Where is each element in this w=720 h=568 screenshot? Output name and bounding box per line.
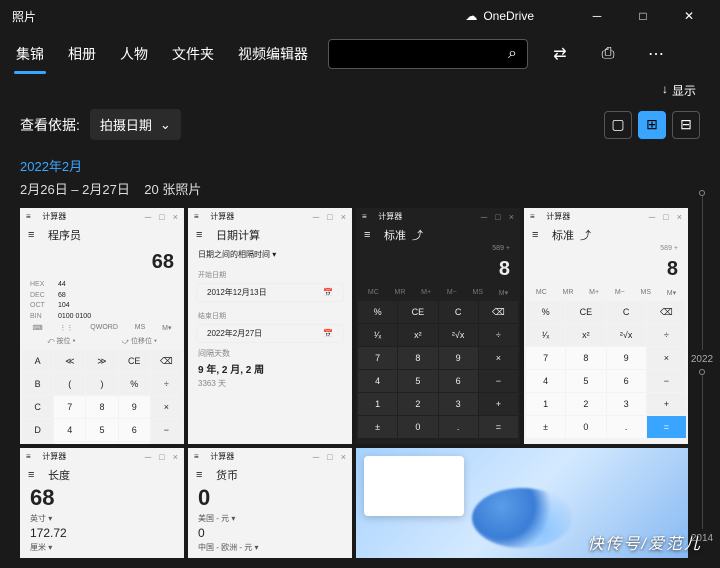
keypad: A≪≫CE⌫ B()%÷ C789× D456− E123+ F±0.= <box>20 348 184 444</box>
calc-mode-label: 程序员 <box>48 227 81 243</box>
view-single-button[interactable]: ▢ <box>604 111 632 139</box>
tab-albums[interactable]: 相册 <box>64 36 100 72</box>
calc-mode-label: 标准 <box>384 227 406 243</box>
cloud-icon: ☁ <box>465 9 477 23</box>
display-toggle[interactable]: ↓ 显示 <box>0 76 720 105</box>
filter-row: 查看依据: 拍摄日期 ⌄ ▢ ⊞ ⊟ <box>0 105 720 150</box>
photo-thumb-3[interactable]: 计算器 ─□× 标准 ⤴ 589 + 8 MCMRM+M−MSM▾ %CEC⌫ … <box>356 208 520 444</box>
app-title: 照片 <box>12 8 36 25</box>
tab-people[interactable]: 人物 <box>116 36 152 72</box>
tab-collection[interactable]: 集锦 <box>12 36 48 72</box>
window-maximize-button[interactable]: □ <box>620 0 666 32</box>
timeline-year: 2022 <box>691 354 713 365</box>
photo-grid: 计算器 ─□× 程序员 68 HEX44 DEC68 OCT104 BIN010… <box>0 208 720 444</box>
arrow-down-icon: ↓ <box>662 82 668 99</box>
window-minimize-button[interactable]: ─ <box>574 0 620 32</box>
select-icon[interactable]: ⇄ <box>544 44 576 64</box>
filter-dropdown[interactable]: 拍摄日期 ⌄ <box>90 109 181 140</box>
calc-mode-label: 标准 <box>552 227 574 243</box>
calendar-icon: 📅 <box>323 288 333 297</box>
window-titlebar: 照片 ☁ OneDrive ─ □ ✕ <box>0 0 720 32</box>
search-icon: ⌕ <box>508 45 517 63</box>
calc-mode-label: 长度 <box>48 467 70 483</box>
tab-bar: 集锦 相册 人物 文件夹 视频编辑器 ⌕ ⇄ ⎙ ⋯ <box>0 32 720 76</box>
photo-thumb-2[interactable]: 计算器 ─□× 日期计算 日期之间的相隔时间 ▾ 开始日期 2012年12月13… <box>188 208 352 444</box>
filter-label: 查看依据: <box>20 115 80 135</box>
onedrive-label: OneDrive <box>483 9 534 23</box>
calc-mode-label: 日期计算 <box>216 227 260 243</box>
chevron-down-icon: ⌄ <box>160 117 171 133</box>
menu-icon <box>26 212 40 221</box>
tab-video-editor[interactable]: 视频编辑器 <box>234 36 312 72</box>
month-header[interactable]: 2022年2月 <box>0 150 720 177</box>
filter-value: 拍摄日期 <box>100 115 152 134</box>
view-small-grid-button[interactable]: ⊟ <box>672 111 700 139</box>
calc-mode-label: 货币 <box>216 467 238 483</box>
onedrive-status[interactable]: ☁ OneDrive <box>465 9 534 23</box>
photo-count: 20 张照片 <box>144 182 201 197</box>
more-icon[interactable]: ⋯ <box>640 44 672 64</box>
window-close-button[interactable]: ✕ <box>666 0 712 32</box>
date-timeline[interactable]: 2022 2014 <box>690 190 714 548</box>
date-range-text: 2月26日 – 2月27日 <box>20 182 130 197</box>
photo-thumb-7[interactable] <box>356 448 688 558</box>
timeline-year: 2014 <box>691 533 713 544</box>
calc-display: 8 <box>524 252 688 287</box>
mini-window <box>364 456 464 516</box>
calc-display: 68 <box>20 245 184 280</box>
photo-thumb-1[interactable]: 计算器 ─□× 程序员 68 HEX44 DEC68 OCT104 BIN010… <box>20 208 184 444</box>
view-grid-button[interactable]: ⊞ <box>638 111 666 139</box>
calendar-icon: 📅 <box>323 329 333 338</box>
tab-folders[interactable]: 文件夹 <box>168 36 218 72</box>
date-range: 2月26日 – 2月27日 20 张照片 <box>0 177 720 208</box>
windows-bloom-wallpaper <box>472 488 572 548</box>
import-icon[interactable]: ⎙ <box>592 45 624 63</box>
display-label: 显示 <box>672 82 696 99</box>
search-input[interactable]: ⌕ <box>328 39 528 69</box>
photo-grid-row-2: 计算器 ─□× 长度 68 英寸 ▾ 172.72 厘米 ▾ 计算器 ─□× 货… <box>0 444 720 558</box>
photo-thumb-6[interactable]: 计算器 ─□× 货币 0 美国 - 元 ▾ 0 中国 - 欧洲 - 元 ▾ <box>188 448 352 558</box>
calc-display: 8 <box>356 252 520 287</box>
photo-thumb-5[interactable]: 计算器 ─□× 长度 68 英寸 ▾ 172.72 厘米 ▾ <box>20 448 184 558</box>
photo-thumb-4[interactable]: 计算器 ─□× 标准 ⤴ 589 + 8 MCMRM+M−MSM▾ %CEC⌫ … <box>524 208 688 444</box>
